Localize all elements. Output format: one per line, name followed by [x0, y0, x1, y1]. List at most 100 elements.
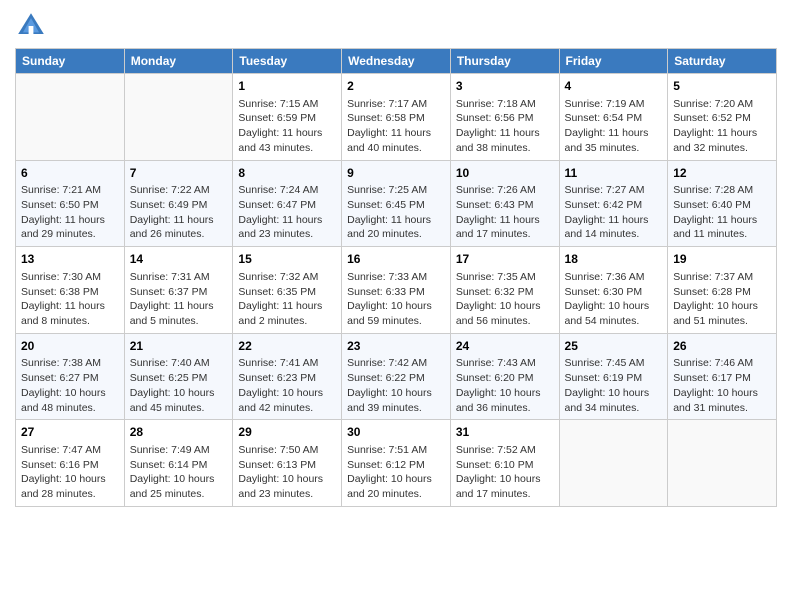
- day-number: 30: [347, 424, 445, 441]
- page-header: [15, 10, 777, 42]
- calendar-cell: 21Sunrise: 7:40 AM Sunset: 6:25 PM Dayli…: [124, 333, 233, 420]
- day-number: 2: [347, 78, 445, 95]
- calendar-cell: 3 Sunrise: 7:18 AM Sunset: 6:56 PM Daylig…: [450, 74, 559, 161]
- day-info: Sunrise: 7:50 AM Sunset: 6:13 PM Dayligh…: [238, 443, 336, 502]
- calendar-cell: 20Sunrise: 7:38 AM Sunset: 6:27 PM Dayli…: [16, 333, 125, 420]
- day-info: Sunrise: 7:24 AM Sunset: 6:47 PM Dayligh…: [238, 183, 336, 242]
- column-header-wednesday: Wednesday: [342, 49, 451, 74]
- day-info: Sunrise: 7:27 AM Sunset: 6:42 PM Dayligh…: [565, 183, 663, 242]
- calendar-cell: [124, 74, 233, 161]
- calendar-cell: 14Sunrise: 7:31 AM Sunset: 6:37 PM Dayli…: [124, 247, 233, 334]
- day-number: 11: [565, 165, 663, 182]
- calendar-cell: 26Sunrise: 7:46 AM Sunset: 6:17 PM Dayli…: [668, 333, 777, 420]
- day-number: 31: [456, 424, 554, 441]
- day-number: 28: [130, 424, 228, 441]
- day-number: 5: [673, 78, 771, 95]
- calendar-cell: 22Sunrise: 7:41 AM Sunset: 6:23 PM Dayli…: [233, 333, 342, 420]
- column-header-saturday: Saturday: [668, 49, 777, 74]
- day-info: Sunrise: 7:32 AM Sunset: 6:35 PM Dayligh…: [238, 270, 336, 329]
- day-number: 18: [565, 251, 663, 268]
- day-number: 10: [456, 165, 554, 182]
- calendar-cell: 24Sunrise: 7:43 AM Sunset: 6:20 PM Dayli…: [450, 333, 559, 420]
- calendar-week-row: 13 Sunrise: 7:30 AM Sunset: 6:38 PM Dayli…: [16, 247, 777, 334]
- day-number: 6: [21, 165, 119, 182]
- column-header-monday: Monday: [124, 49, 233, 74]
- calendar-cell: 27 Sunrise: 7:47 AM Sunset: 6:16 PM Dayli…: [16, 420, 125, 507]
- day-number: 9: [347, 165, 445, 182]
- day-info: Sunrise: 7:46 AM Sunset: 6:17 PM Dayligh…: [673, 356, 771, 415]
- calendar-cell: 19Sunrise: 7:37 AM Sunset: 6:28 PM Dayli…: [668, 247, 777, 334]
- day-info: Sunrise: 7:36 AM Sunset: 6:30 PM Dayligh…: [565, 270, 663, 329]
- column-header-thursday: Thursday: [450, 49, 559, 74]
- day-info: Sunrise: 7:22 AM Sunset: 6:49 PM Dayligh…: [130, 183, 228, 242]
- calendar-header-row: SundayMondayTuesdayWednesdayThursdayFrid…: [16, 49, 777, 74]
- day-number: 13: [21, 251, 119, 268]
- day-info: Sunrise: 7:28 AM Sunset: 6:40 PM Dayligh…: [673, 183, 771, 242]
- day-number: 24: [456, 338, 554, 355]
- day-number: 12: [673, 165, 771, 182]
- day-number: 15: [238, 251, 336, 268]
- day-info: Sunrise: 7:37 AM Sunset: 6:28 PM Dayligh…: [673, 270, 771, 329]
- day-number: 17: [456, 251, 554, 268]
- calendar-cell: 5Sunrise: 7:20 AM Sunset: 6:52 PM Daylig…: [668, 74, 777, 161]
- day-info: Sunrise: 7:40 AM Sunset: 6:25 PM Dayligh…: [130, 356, 228, 415]
- day-number: 3: [456, 78, 554, 95]
- day-info: Sunrise: 7:49 AM Sunset: 6:14 PM Dayligh…: [130, 443, 228, 502]
- calendar-cell: 12Sunrise: 7:28 AM Sunset: 6:40 PM Dayli…: [668, 160, 777, 247]
- column-header-tuesday: Tuesday: [233, 49, 342, 74]
- day-info: Sunrise: 7:45 AM Sunset: 6:19 PM Dayligh…: [565, 356, 663, 415]
- calendar-cell: 1Sunrise: 7:15 AM Sunset: 6:59 PM Daylig…: [233, 74, 342, 161]
- day-info: Sunrise: 7:43 AM Sunset: 6:20 PM Dayligh…: [456, 356, 554, 415]
- calendar-cell: 2 Sunrise: 7:17 AM Sunset: 6:58 PM Daylig…: [342, 74, 451, 161]
- day-info: Sunrise: 7:33 AM Sunset: 6:33 PM Dayligh…: [347, 270, 445, 329]
- day-number: 23: [347, 338, 445, 355]
- calendar-week-row: 1Sunrise: 7:15 AM Sunset: 6:59 PM Daylig…: [16, 74, 777, 161]
- calendar-cell: 17 Sunrise: 7:35 AM Sunset: 6:32 PM Dayli…: [450, 247, 559, 334]
- calendar-week-row: 6Sunrise: 7:21 AM Sunset: 6:50 PM Daylig…: [16, 160, 777, 247]
- day-info: Sunrise: 7:30 AM Sunset: 6:38 PM Dayligh…: [21, 270, 119, 329]
- calendar-cell: 13 Sunrise: 7:30 AM Sunset: 6:38 PM Dayli…: [16, 247, 125, 334]
- calendar-week-row: 20Sunrise: 7:38 AM Sunset: 6:27 PM Dayli…: [16, 333, 777, 420]
- day-info: Sunrise: 7:42 AM Sunset: 6:22 PM Dayligh…: [347, 356, 445, 415]
- day-number: 25: [565, 338, 663, 355]
- day-number: 14: [130, 251, 228, 268]
- logo-icon: [15, 10, 47, 42]
- calendar-cell: 4 Sunrise: 7:19 AM Sunset: 6:54 PM Daylig…: [559, 74, 668, 161]
- day-number: 21: [130, 338, 228, 355]
- day-info: Sunrise: 7:19 AM Sunset: 6:54 PM Dayligh…: [565, 97, 663, 156]
- day-info: Sunrise: 7:21 AM Sunset: 6:50 PM Dayligh…: [21, 183, 119, 242]
- column-header-friday: Friday: [559, 49, 668, 74]
- day-info: Sunrise: 7:41 AM Sunset: 6:23 PM Dayligh…: [238, 356, 336, 415]
- day-info: Sunrise: 7:18 AM Sunset: 6:56 PM Dayligh…: [456, 97, 554, 156]
- calendar-cell: 25Sunrise: 7:45 AM Sunset: 6:19 PM Dayli…: [559, 333, 668, 420]
- day-info: Sunrise: 7:47 AM Sunset: 6:16 PM Dayligh…: [21, 443, 119, 502]
- calendar-cell: 6Sunrise: 7:21 AM Sunset: 6:50 PM Daylig…: [16, 160, 125, 247]
- day-number: 7: [130, 165, 228, 182]
- calendar-week-row: 27 Sunrise: 7:47 AM Sunset: 6:16 PM Dayli…: [16, 420, 777, 507]
- calendar-cell: [559, 420, 668, 507]
- calendar-cell: 18 Sunrise: 7:36 AM Sunset: 6:30 PM Dayli…: [559, 247, 668, 334]
- calendar-table: SundayMondayTuesdayWednesdayThursdayFrid…: [15, 48, 777, 507]
- calendar-cell: [16, 74, 125, 161]
- logo: [15, 10, 51, 42]
- day-info: Sunrise: 7:52 AM Sunset: 6:10 PM Dayligh…: [456, 443, 554, 502]
- calendar-cell: 29 Sunrise: 7:50 AM Sunset: 6:13 PM Dayli…: [233, 420, 342, 507]
- day-number: 29: [238, 424, 336, 441]
- day-info: Sunrise: 7:26 AM Sunset: 6:43 PM Dayligh…: [456, 183, 554, 242]
- day-number: 27: [21, 424, 119, 441]
- calendar-cell: 31 Sunrise: 7:52 AM Sunset: 6:10 PM Dayli…: [450, 420, 559, 507]
- day-number: 20: [21, 338, 119, 355]
- calendar-cell: 11Sunrise: 7:27 AM Sunset: 6:42 PM Dayli…: [559, 160, 668, 247]
- day-number: 4: [565, 78, 663, 95]
- day-info: Sunrise: 7:35 AM Sunset: 6:32 PM Dayligh…: [456, 270, 554, 329]
- day-info: Sunrise: 7:17 AM Sunset: 6:58 PM Dayligh…: [347, 97, 445, 156]
- calendar-cell: 16 Sunrise: 7:33 AM Sunset: 6:33 PM Dayli…: [342, 247, 451, 334]
- day-number: 22: [238, 338, 336, 355]
- day-info: Sunrise: 7:51 AM Sunset: 6:12 PM Dayligh…: [347, 443, 445, 502]
- column-header-sunday: Sunday: [16, 49, 125, 74]
- calendar-cell: 23Sunrise: 7:42 AM Sunset: 6:22 PM Dayli…: [342, 333, 451, 420]
- day-number: 26: [673, 338, 771, 355]
- calendar-cell: 10Sunrise: 7:26 AM Sunset: 6:43 PM Dayli…: [450, 160, 559, 247]
- calendar-cell: 28 Sunrise: 7:49 AM Sunset: 6:14 PM Dayli…: [124, 420, 233, 507]
- day-number: 16: [347, 251, 445, 268]
